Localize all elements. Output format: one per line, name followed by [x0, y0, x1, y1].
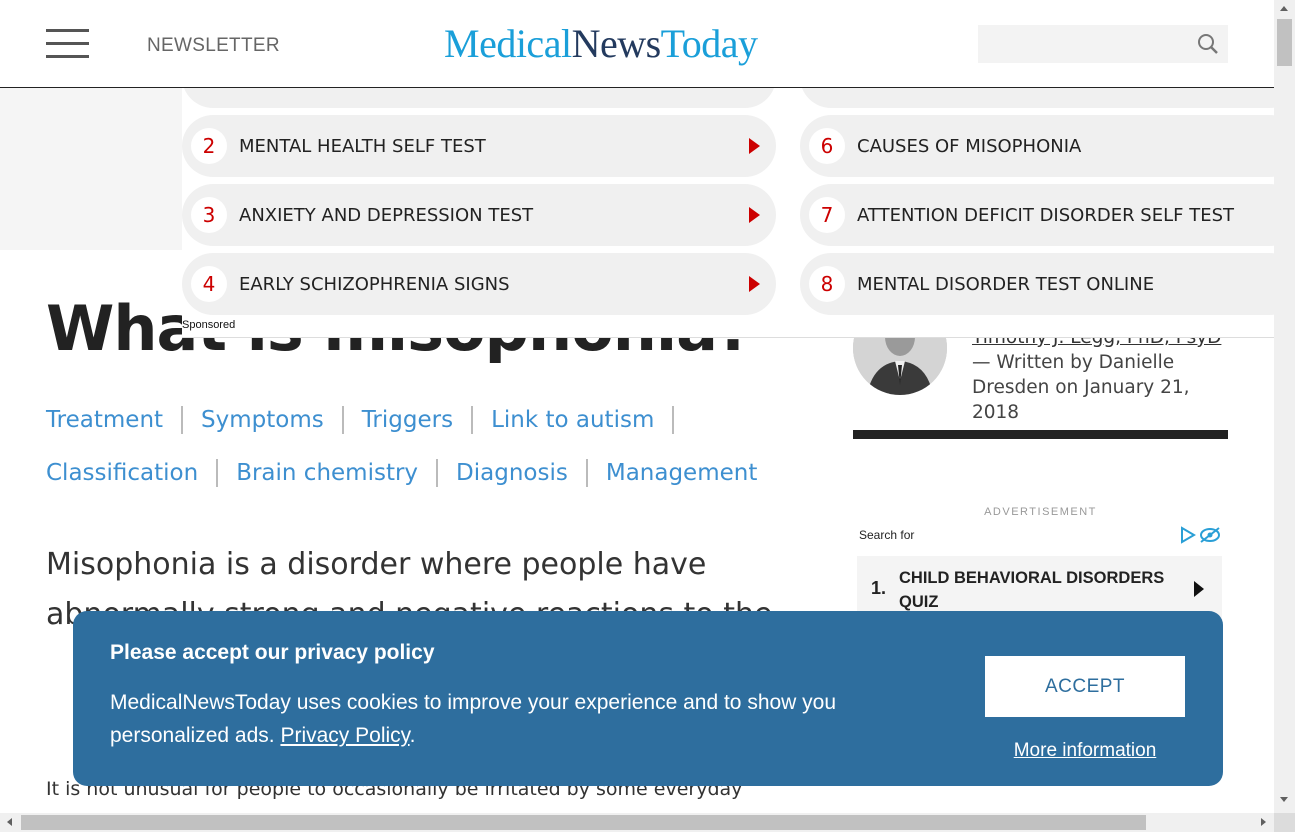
ad-item-number: 7	[809, 197, 845, 233]
toc-link-diagnosis[interactable]: Diagnosis	[456, 460, 568, 486]
advertisement-label: ADVERTISEMENT	[984, 506, 1097, 518]
site-header: NEWSLETTER MedicalNewsToday	[0, 0, 1274, 88]
scroll-left-icon[interactable]	[7, 818, 12, 826]
scroll-up-icon[interactable]	[1280, 6, 1288, 11]
publish-date: Dresden on January 21, 2018	[972, 377, 1190, 423]
toc-divider	[181, 406, 184, 434]
sponsored-label: Sponsored	[182, 319, 236, 331]
scroll-down-icon[interactable]	[1280, 797, 1288, 802]
toc-divider	[216, 459, 219, 487]
accept-button[interactable]: ACCEPT	[985, 656, 1185, 717]
scrollbar-thumb[interactable]	[1277, 19, 1292, 66]
ad-item-number: 2	[191, 128, 227, 164]
cookie-title: Please accept our privacy policy	[110, 641, 435, 664]
adchoices-icon[interactable]	[1180, 526, 1222, 544]
toc-divider	[471, 406, 474, 434]
search-input[interactable]	[978, 25, 1228, 63]
newsletter-link[interactable]: NEWSLETTER	[147, 35, 280, 57]
table-of-contents: Treatment Symptoms Triggers Link to auti…	[46, 406, 806, 434]
written-by: — Written by Danielle	[972, 352, 1175, 373]
table-of-contents-row2: Classification Brain chemistry Diagnosis…	[46, 459, 806, 487]
ad-item[interactable]: 3 ANXIETY AND DEPRESSION TEST	[182, 184, 776, 246]
logo-medical: Medical	[444, 21, 572, 66]
toc-divider	[672, 406, 675, 434]
toc-divider	[436, 459, 439, 487]
ad-item-number: 6	[809, 128, 845, 164]
ad-item-label: MENTAL DISORDER TEST ONLINE	[857, 273, 1155, 295]
cookie-consent-banner: Please accept our privacy policy Medical…	[73, 611, 1223, 786]
sponsored-ad-panel: 2 MENTAL HEALTH SELF TEST 3 ANXIETY AND …	[182, 88, 1274, 338]
toc-link-triggers[interactable]: Triggers	[362, 407, 453, 433]
ad-item-label: MENTAL HEALTH SELF TEST	[239, 135, 486, 157]
logo-news: News	[571, 21, 662, 66]
ad-item-label: CHILD BEHAVIORAL DISORDERS QUIZ	[899, 569, 1165, 611]
site-logo[interactable]: MedicalNewsToday	[444, 20, 758, 68]
menu-icon[interactable]	[46, 29, 89, 59]
play-arrow-icon	[1194, 581, 1204, 597]
scrollbar-corner	[1274, 813, 1295, 832]
vertical-scrollbar[interactable]	[1274, 0, 1295, 813]
play-arrow-icon	[749, 276, 760, 292]
ad-item[interactable]: 4 EARLY SCHIZOPHRENIA SIGNS	[182, 253, 776, 315]
ad-item[interactable]: 2 MENTAL HEALTH SELF TEST	[182, 115, 776, 177]
privacy-policy-link[interactable]: Privacy Policy	[280, 724, 409, 747]
play-arrow-icon	[749, 207, 760, 223]
toc-link-treatment[interactable]: Treatment	[46, 407, 163, 433]
ad-item[interactable]: 8 MENTAL DISORDER TEST ONLINE	[800, 253, 1274, 315]
ad-item-label: ANXIETY AND DEPRESSION TEST	[239, 204, 534, 226]
cookie-body: MedicalNewsToday uses cookies to improve…	[110, 691, 837, 747]
search-for-label: Search for	[859, 528, 915, 542]
toc-divider	[341, 406, 344, 434]
toc-divider	[585, 459, 588, 487]
scroll-right-icon[interactable]	[1261, 818, 1266, 826]
play-arrow-icon	[749, 138, 760, 154]
more-information-link[interactable]: More information	[985, 740, 1185, 762]
ad-item-number: 1.	[871, 578, 887, 598]
logo-today: Today	[660, 21, 758, 66]
ad-item-number: 3	[191, 197, 227, 233]
ad-item-partial[interactable]	[182, 88, 776, 108]
toc-link-brain-chemistry[interactable]: Brain chemistry	[236, 460, 418, 486]
search-icon[interactable]	[1197, 33, 1219, 55]
ad-item[interactable]: 7 ATTENTION DEFICIT DISORDER SELF TEST	[800, 184, 1274, 246]
ad-item-partial[interactable]	[800, 88, 1274, 108]
ad-item-label: EARLY SCHIZOPHRENIA SIGNS	[239, 273, 510, 295]
toc-link-symptoms[interactable]: Symptoms	[201, 407, 324, 433]
ad-item-number: 4	[191, 266, 227, 302]
ad-item-label: CAUSES OF MISOPHONIA	[857, 135, 1082, 157]
horizontal-scrollbar[interactable]	[0, 813, 1274, 832]
scrollbar-thumb[interactable]	[21, 815, 1146, 830]
toc-link-classification[interactable]: Classification	[46, 460, 198, 486]
author-byline: Timothy J. Legg, PhD, PsyD — Written by …	[972, 325, 1232, 425]
ad-item-number: 8	[809, 266, 845, 302]
ad-side-area	[0, 88, 182, 250]
toc-link-autism[interactable]: Link to autism	[491, 407, 654, 433]
sidebar-divider	[853, 430, 1228, 439]
ad-item[interactable]: 6 CAUSES OF MISOPHONIA	[800, 115, 1274, 177]
toc-link-management[interactable]: Management	[606, 460, 758, 486]
ad-item-label: ATTENTION DEFICIT DISORDER SELF TEST	[857, 204, 1234, 226]
